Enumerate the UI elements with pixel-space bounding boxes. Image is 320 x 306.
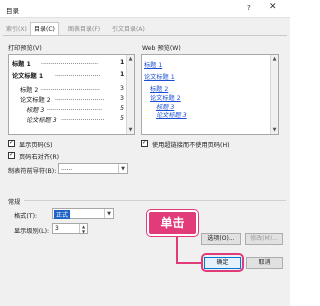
- show-page-numbers-label: 显示页码(S): [19, 142, 53, 149]
- callout-pointer: [176, 262, 203, 264]
- scroll-down-icon[interactable]: ▼: [127, 126, 134, 134]
- help-icon[interactable]: ?: [247, 4, 251, 12]
- tab-panel-divider: [3, 35, 287, 36]
- web-toc-link[interactable]: 论文标题 1: [144, 72, 175, 81]
- levels-spin-buttons[interactable]: ▲ ▼: [79, 224, 87, 233]
- toc-entry-text: 论文标题 1: [12, 73, 44, 80]
- format-value: 正式: [54, 210, 71, 219]
- toc-page-number: 1: [120, 59, 125, 66]
- toc-line: 论文标题 1: [12, 71, 43, 80]
- toc-line: 论文标题 3: [26, 115, 57, 124]
- web-toc-link[interactable]: 标题 2: [150, 84, 168, 93]
- toc-page-number: 1: [120, 71, 125, 78]
- toc-leader: .........................: [55, 95, 105, 102]
- toc-page-number: 3: [120, 85, 124, 92]
- check-icon: ✓: [9, 139, 15, 146]
- toc-page-number: 5: [120, 115, 124, 122]
- scroll-up-icon[interactable]: ▲: [127, 55, 134, 63]
- options-button[interactable]: 选项(O)...: [201, 233, 241, 245]
- tab-strip: 索引(X) 目录(C) 图表目录(F) 引文目录(A): [3, 22, 287, 36]
- toc-entry-text: 标题 1: [12, 61, 31, 68]
- use-hyperlinks-checkbox[interactable]: ✓: [141, 139, 148, 147]
- chevron-down-icon[interactable]: ▼: [104, 209, 113, 218]
- toc-leader: ............................: [47, 105, 103, 112]
- toc-leader: .......................: [55, 71, 101, 78]
- web-preview-scrollbar[interactable]: ▲ ▼: [270, 55, 278, 134]
- print-preview-label: 打印预览(V): [8, 45, 42, 52]
- web-toc-link[interactable]: 标题 1: [144, 60, 162, 69]
- toc-entry-text: 论文标题 3: [26, 117, 57, 124]
- cancel-button[interactable]: 取消: [246, 257, 283, 269]
- chevron-down-icon[interactable]: ▼: [118, 164, 127, 173]
- right-align-checkbox[interactable]: ✓: [8, 151, 15, 159]
- levels-label: 显示级别(L):: [14, 228, 50, 235]
- toc-leader: .............................: [41, 59, 99, 66]
- toc-page-number: 5: [120, 105, 124, 112]
- levels-value: 3: [55, 225, 59, 232]
- tab-leader-label: 制表符前导符(B):: [8, 168, 57, 175]
- check-icon: ✓: [9, 151, 15, 158]
- show-page-numbers-checkbox[interactable]: ✓: [8, 139, 15, 147]
- format-label: 格式(T):: [14, 213, 38, 220]
- web-toc-link[interactable]: 论文标题 2: [150, 93, 181, 102]
- print-preview-box[interactable]: 标题 1 ............................. 1 论文标…: [8, 54, 135, 135]
- toc-page-number: 3: [120, 95, 124, 102]
- modify-button[interactable]: 修改(M)...: [245, 233, 283, 245]
- web-preview-label: Web 预览(W): [142, 45, 181, 52]
- scroll-down-icon[interactable]: ▼: [271, 126, 278, 134]
- tab-leader-select[interactable]: ...... ▼: [58, 163, 128, 174]
- toc-line: 标题 2: [20, 85, 38, 94]
- toc-leader: ......................: [61, 115, 105, 122]
- tab-leader-value: ......: [61, 165, 73, 172]
- toc-entry-text: 论文标题 2: [20, 97, 51, 104]
- print-preview-scrollbar[interactable]: ▲ ▼: [126, 55, 134, 134]
- levels-spinner[interactable]: 3 ▲ ▼: [52, 223, 88, 234]
- check-icon: ✓: [142, 139, 148, 146]
- scroll-up-icon[interactable]: ▲: [271, 55, 278, 63]
- click-callout: 单击: [147, 210, 198, 236]
- general-section-label: 常规: [8, 199, 21, 206]
- callout-pointer: [176, 237, 178, 263]
- format-select[interactable]: 正式 ▼: [52, 208, 114, 219]
- right-align-label: 页码右对齐(R): [19, 154, 60, 161]
- ok-button-highlight: [201, 253, 244, 272]
- toc-line: 论文标题 2: [20, 95, 51, 104]
- toc-line: 标题 3: [26, 105, 44, 114]
- web-toc-link[interactable]: 论文标题 3: [156, 110, 187, 119]
- toc-line: 标题 1: [12, 59, 31, 68]
- title-bar: 目录 ? ✕: [0, 0, 290, 18]
- toc-entry-text: 标题 2: [20, 87, 39, 94]
- use-hyperlinks-label: 使用超链接而不使用页码(H): [152, 142, 230, 149]
- general-divider: [24, 200, 286, 201]
- tab-toc[interactable]: 目录(C): [30, 22, 59, 36]
- close-icon[interactable]: ✕: [269, 2, 277, 12]
- toc-entry-text: 标题 3: [26, 107, 45, 114]
- toc-leader: ..............................: [41, 85, 101, 92]
- web-preview-box[interactable]: 标题 1 论文标题 1 标题 2 论文标题 2 标题 3 论文标题 3 ▲ ▼: [141, 54, 279, 135]
- window-title: 目录: [6, 7, 19, 15]
- spin-down-icon[interactable]: ▼: [80, 229, 87, 234]
